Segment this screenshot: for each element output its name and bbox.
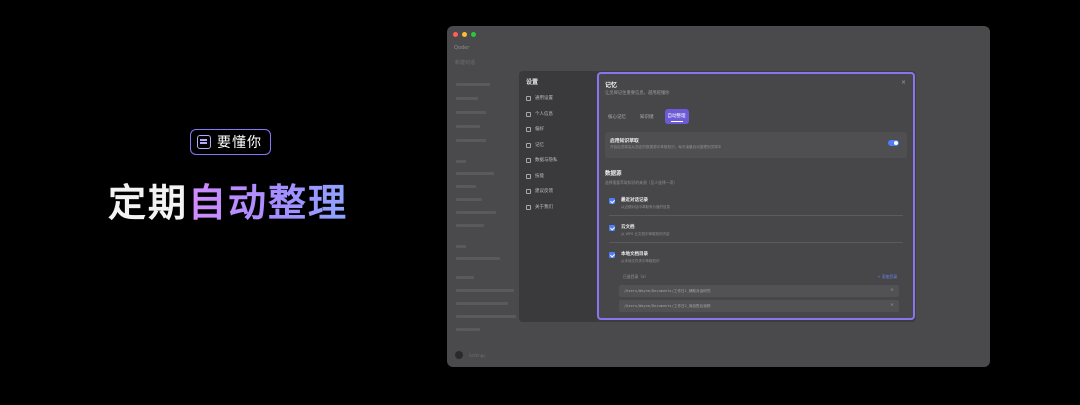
settings-item-general[interactable]: 通用设置 — [526, 95, 553, 101]
close-icon[interactable]: × — [901, 79, 906, 86]
settings-item-privacy[interactable]: 数据与隐私 — [526, 157, 558, 163]
source-title: 最近对话记录 — [621, 198, 648, 203]
panel-title: 记忆 — [605, 82, 618, 89]
sidebar-placeholder — [456, 315, 516, 318]
source-item-cloud-docs[interactable]: 云文档 从 WPS 云文档中萃取知识内容 — [609, 223, 903, 243]
directory-header: 已选目录（5） + 添加目录 — [623, 274, 897, 280]
tab-core-memory[interactable]: 核心记忆 — [605, 110, 629, 124]
tab-knowledge[interactable]: 知识储 — [637, 110, 657, 124]
maximize-window-button[interactable] — [471, 32, 476, 37]
badge-label: 要懂你 — [217, 135, 262, 151]
sidebar-footer[interactable]: Settings — [455, 351, 525, 359]
sidebar-placeholder — [456, 302, 508, 305]
sidebar-placeholder — [456, 83, 490, 86]
sidebar-placeholder — [456, 111, 486, 114]
lock-icon — [526, 157, 531, 163]
sidebar-placeholder — [456, 97, 478, 100]
sidebar-placeholder — [456, 257, 500, 260]
info-icon — [526, 204, 531, 210]
source-title: 本地文档目录 — [621, 252, 648, 257]
sidebar-placeholder — [456, 185, 476, 188]
directory-row: /Users/Wayne/Documents/工作日1_辅助对话研究 × — [619, 285, 899, 297]
minimize-window-button[interactable] — [462, 32, 467, 37]
sidebar-placeholder — [456, 172, 494, 175]
directory-count: 已选目录（5） — [623, 274, 649, 279]
add-directory-button[interactable]: + 添加目录 — [877, 274, 897, 280]
settings-item-skills[interactable]: 技能 — [526, 173, 544, 179]
directory-row: /Users/Wayne/Documents/工作日2_商品售后追踪 × — [619, 300, 899, 312]
sources-title: 数据源 — [605, 171, 622, 177]
skill-icon — [526, 173, 531, 179]
sidebar-placeholder — [456, 328, 480, 331]
settings-item-about[interactable]: 关于我们 — [526, 204, 553, 210]
settings-item-label: 个人信息 — [535, 112, 553, 117]
hero-title: 定期自动整理 — [108, 172, 348, 227]
link-icon — [526, 126, 531, 132]
hero-title-gradient: 自动整理 — [188, 181, 349, 225]
sidebar-placeholder — [456, 160, 466, 163]
settings-item-memory[interactable]: 记忆 — [526, 142, 544, 148]
source-desc: 从本地文件夹中萃取知识 — [621, 259, 660, 263]
directory-path: /Users/Wayne/Documents/工作日2_商品售后追踪 — [624, 304, 711, 308]
source-item-local-folder[interactable]: 本地文档目录 从本地文件夹中萃取知识 — [609, 250, 903, 270]
memory-panel: 记忆 让灵犀记住重要信息，越用越懂你 × 核心记忆 知识储 自动整理 启用知识萃… — [597, 72, 915, 320]
settings-item-label: 建议反馈 — [535, 189, 553, 194]
settings-sidebar: 设置 通用设置 个人信息 偏好 记忆 数据与隐私 技能 建议反馈 关于我们 — [519, 71, 596, 322]
remove-directory-icon[interactable]: × — [890, 288, 894, 293]
settings-item-label: 关于我们 — [535, 205, 553, 210]
memory-icon — [526, 142, 531, 148]
settings-item-label: 通用设置 — [535, 96, 553, 101]
source-title: 云文档 — [621, 225, 635, 230]
sidebar-placeholder — [456, 211, 496, 214]
checkbox-checked-icon[interactable] — [609, 252, 615, 258]
directory-path: /Users/Wayne/Documents/工作日1_辅助对话研究 — [624, 289, 711, 293]
app-brand: Qoder — [454, 45, 470, 51]
settings-item-label: 记忆 — [535, 143, 544, 148]
tab-auto-organize[interactable]: 自动整理 — [664, 109, 689, 124]
sidebar-placeholder — [456, 245, 466, 248]
source-item-recent-chats[interactable]: 最近对话记录 从近期对话中萃取有价值的信息 — [609, 196, 903, 216]
stage: 要懂你 定期自动整理 Qoder 新建对话 Settings 设置 通用设置 个… — [0, 0, 1080, 405]
settings-item-profile[interactable]: 个人信息 — [526, 111, 553, 117]
memory-tabs: 核心记忆 知识储 自动整理 — [605, 109, 689, 124]
settings-item-label: 数据与隐私 — [535, 158, 558, 163]
sidebar-placeholder — [456, 198, 482, 201]
checkbox-checked-icon[interactable] — [609, 225, 615, 231]
settings-title: 设置 — [526, 79, 539, 86]
settings-item-preferences[interactable]: 偏好 — [526, 126, 544, 132]
checkbox-checked-icon[interactable] — [609, 198, 615, 204]
notebook-icon — [197, 135, 211, 149]
close-window-button[interactable] — [453, 32, 458, 37]
auto-extract-toggle[interactable] — [888, 140, 899, 146]
new-chat-button[interactable]: 新建对话 — [455, 59, 475, 66]
auto-extract-desc: 开启后灵犀会从选定的数据源中萃取知识，每天凌晨自动整理到灵犀中 — [610, 145, 722, 149]
hero-title-plain: 定期 — [108, 181, 189, 225]
remove-directory-icon[interactable]: × — [890, 303, 894, 308]
sidebar-placeholder — [456, 276, 474, 279]
sources-desc: 选择需要萃取知识的来源（至少选择一项） — [605, 180, 678, 185]
code-icon — [526, 188, 531, 194]
gear-icon — [526, 95, 531, 101]
settings-item-label: 技能 — [535, 174, 544, 179]
sidebar-placeholder — [456, 224, 484, 227]
user-icon — [526, 111, 531, 117]
feature-badge: 要懂你 — [190, 129, 271, 155]
sidebar-placeholder — [456, 125, 480, 128]
sidebar-placeholder — [456, 289, 514, 292]
sidebar-placeholder — [456, 139, 486, 142]
panel-subtitle: 让灵犀记住重要信息，越用越懂你 — [605, 91, 670, 96]
footer-label: Settings — [469, 352, 486, 358]
settings-item-feedback[interactable]: 建议反馈 — [526, 188, 553, 194]
auto-extract-card: 启用知识萃取 开启后灵犀会从选定的数据源中萃取知识，每天凌晨自动整理到灵犀中 — [605, 132, 907, 158]
auto-extract-title: 启用知识萃取 — [610, 139, 639, 144]
source-desc: 从 WPS 云文档中萃取知识内容 — [621, 232, 670, 236]
source-desc: 从近期对话中萃取有价值的信息 — [621, 205, 670, 209]
avatar[interactable] — [455, 351, 463, 359]
window-controls — [453, 32, 476, 37]
settings-item-label: 偏好 — [535, 127, 544, 132]
